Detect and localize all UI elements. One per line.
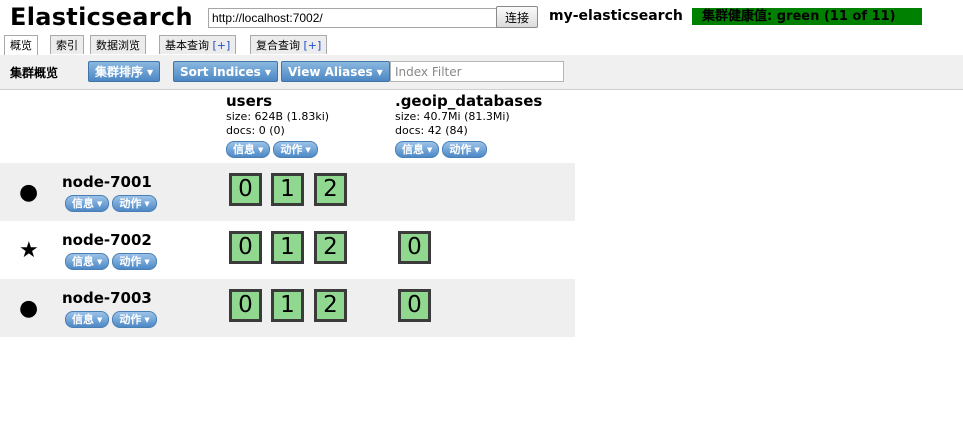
node-info-button[interactable]: 信息 ▼ bbox=[65, 253, 110, 270]
add-compound-query-link[interactable]: [+] bbox=[304, 39, 322, 52]
index-header-users: users size: 624B (1.83ki) docs: 0 (0) 信息… bbox=[226, 92, 329, 158]
shard-users-0[interactable]: 0 bbox=[229, 173, 262, 206]
shard-users-2[interactable]: 2 bbox=[314, 173, 347, 206]
overview-label: 集群概览 bbox=[10, 66, 59, 80]
caret-down-icon: ▼ bbox=[376, 68, 383, 77]
shard-users-0[interactable]: 0 bbox=[229, 289, 262, 322]
caret-down-icon: ▼ bbox=[97, 258, 103, 266]
index-header-geoip: .geoip_databases size: 40.7Mi (81.3Mi) d… bbox=[395, 92, 542, 158]
shard-users-1[interactable]: 1 bbox=[271, 173, 304, 206]
caret-down-icon: ▼ bbox=[305, 146, 311, 154]
button-label: 集群排序 bbox=[95, 65, 144, 79]
cluster-health-badge: 集群健康值: green (11 of 11) bbox=[692, 8, 922, 25]
index-name: users bbox=[226, 92, 273, 110]
shard-users-1[interactable]: 1 bbox=[271, 231, 304, 264]
shard-users-2[interactable]: 2 bbox=[314, 289, 347, 322]
button-label: 信息 bbox=[233, 143, 255, 156]
sort-indices-button[interactable]: Sort Indices ▼ bbox=[173, 61, 278, 82]
add-basic-query-link[interactable]: [+] bbox=[213, 39, 231, 52]
caret-down-icon: ▼ bbox=[264, 68, 271, 77]
index-docs: docs: 0 (0) bbox=[226, 124, 285, 137]
cluster-name: my-elasticsearch bbox=[549, 8, 683, 24]
node-actions: 信息 ▼ 动作 ▼ bbox=[65, 253, 160, 270]
button-label: 信息 bbox=[402, 143, 424, 156]
caret-down-icon: ▼ bbox=[97, 200, 103, 208]
index-size: size: 40.7Mi (81.3Mi) bbox=[395, 110, 510, 123]
connect-button[interactable]: 连接 bbox=[496, 6, 538, 28]
caret-down-icon: ▼ bbox=[144, 258, 150, 266]
node-action-button[interactable]: 动作 ▼ bbox=[112, 311, 157, 328]
button-label: 动作 bbox=[449, 143, 472, 156]
index-action-button[interactable]: 动作 ▼ bbox=[442, 141, 487, 158]
node-name: node-7002 bbox=[62, 231, 152, 249]
tab-overview[interactable]: 概览 bbox=[4, 35, 38, 56]
circle-icon: ● bbox=[19, 180, 39, 205]
index-size: size: 624B (1.83ki) bbox=[226, 110, 330, 123]
shard-geoip-0[interactable]: 0 bbox=[398, 289, 431, 322]
star-icon: ★ bbox=[19, 238, 39, 263]
index-action-button[interactable]: 动作 ▼ bbox=[273, 141, 318, 158]
shard-geoip-0[interactable]: 0 bbox=[398, 231, 431, 264]
cluster-url-input[interactable] bbox=[208, 8, 500, 28]
caret-down-icon: ▼ bbox=[144, 316, 150, 324]
caret-down-icon: ▼ bbox=[258, 146, 264, 154]
tab-label: 基本查询 bbox=[165, 39, 209, 52]
node-action-button[interactable]: 动作 ▼ bbox=[112, 195, 157, 212]
shard-users-1[interactable]: 1 bbox=[271, 289, 304, 322]
node-info-button[interactable]: 信息 ▼ bbox=[65, 195, 110, 212]
shard-users-0[interactable]: 0 bbox=[229, 231, 262, 264]
button-label: 信息 bbox=[72, 255, 94, 268]
caret-down-icon: ▼ bbox=[97, 316, 103, 324]
app-title: Elasticsearch bbox=[10, 3, 193, 31]
caret-down-icon: ▼ bbox=[427, 146, 433, 154]
button-label: View Aliases bbox=[288, 65, 373, 79]
index-actions: 信息 ▼ 动作 ▼ bbox=[226, 141, 329, 158]
node-name: node-7003 bbox=[62, 289, 152, 307]
node-action-button[interactable]: 动作 ▼ bbox=[112, 253, 157, 270]
caret-down-icon: ▼ bbox=[474, 146, 480, 154]
header: Elasticsearch 连接 my-elasticsearch 集群健康值:… bbox=[0, 0, 963, 34]
button-label: 信息 bbox=[72, 197, 94, 210]
index-name: .geoip_databases bbox=[395, 92, 543, 110]
button-label: 动作 bbox=[119, 197, 142, 210]
tab-compound-query[interactable]: 复合查询 [+] bbox=[250, 35, 328, 54]
button-label: Sort Indices bbox=[180, 65, 261, 79]
index-filter-input[interactable] bbox=[390, 61, 564, 82]
tab-label: 索引 bbox=[56, 39, 78, 52]
circle-icon: ● bbox=[19, 296, 39, 321]
tab-label: 复合查询 bbox=[256, 39, 300, 52]
tab-browser[interactable]: 数据浏览 bbox=[90, 35, 146, 54]
button-label: 动作 bbox=[119, 313, 142, 326]
button-label: 动作 bbox=[280, 143, 303, 156]
node-name: node-7001 bbox=[62, 173, 152, 191]
node-actions: 信息 ▼ 动作 ▼ bbox=[65, 311, 160, 328]
tab-basic-query[interactable]: 基本查询 [+] bbox=[159, 35, 237, 54]
node-actions: 信息 ▼ 动作 ▼ bbox=[65, 195, 160, 212]
caret-down-icon: ▼ bbox=[147, 68, 154, 77]
node-row: ● node-7003 信息 ▼ 动作 ▼ 0 1 2 0 bbox=[0, 279, 575, 337]
index-actions: 信息 ▼ 动作 ▼ bbox=[395, 141, 542, 158]
button-label: 动作 bbox=[119, 255, 142, 268]
caret-down-icon: ▼ bbox=[144, 200, 150, 208]
tab-indices[interactable]: 索引 bbox=[50, 35, 84, 54]
tab-label: 数据浏览 bbox=[96, 39, 140, 52]
index-info-button[interactable]: 信息 ▼ bbox=[395, 141, 440, 158]
tab-bar: 概览 索引 数据浏览 基本查询 [+] 复合查询 [+] bbox=[0, 34, 963, 56]
view-aliases-button[interactable]: View Aliases ▼ bbox=[281, 61, 390, 82]
tab-label: 概览 bbox=[10, 39, 32, 52]
index-info-button[interactable]: 信息 ▼ bbox=[226, 141, 271, 158]
index-docs: docs: 42 (84) bbox=[395, 124, 468, 137]
shard-users-2[interactable]: 2 bbox=[314, 231, 347, 264]
button-label: 信息 bbox=[72, 313, 94, 326]
node-row: ● node-7001 信息 ▼ 动作 ▼ 0 1 2 bbox=[0, 163, 575, 221]
node-info-button[interactable]: 信息 ▼ bbox=[65, 311, 110, 328]
sort-cluster-button[interactable]: 集群排序 ▼ bbox=[88, 61, 161, 82]
node-row: ★ node-7002 信息 ▼ 动作 ▼ 0 1 2 0 bbox=[0, 221, 575, 279]
